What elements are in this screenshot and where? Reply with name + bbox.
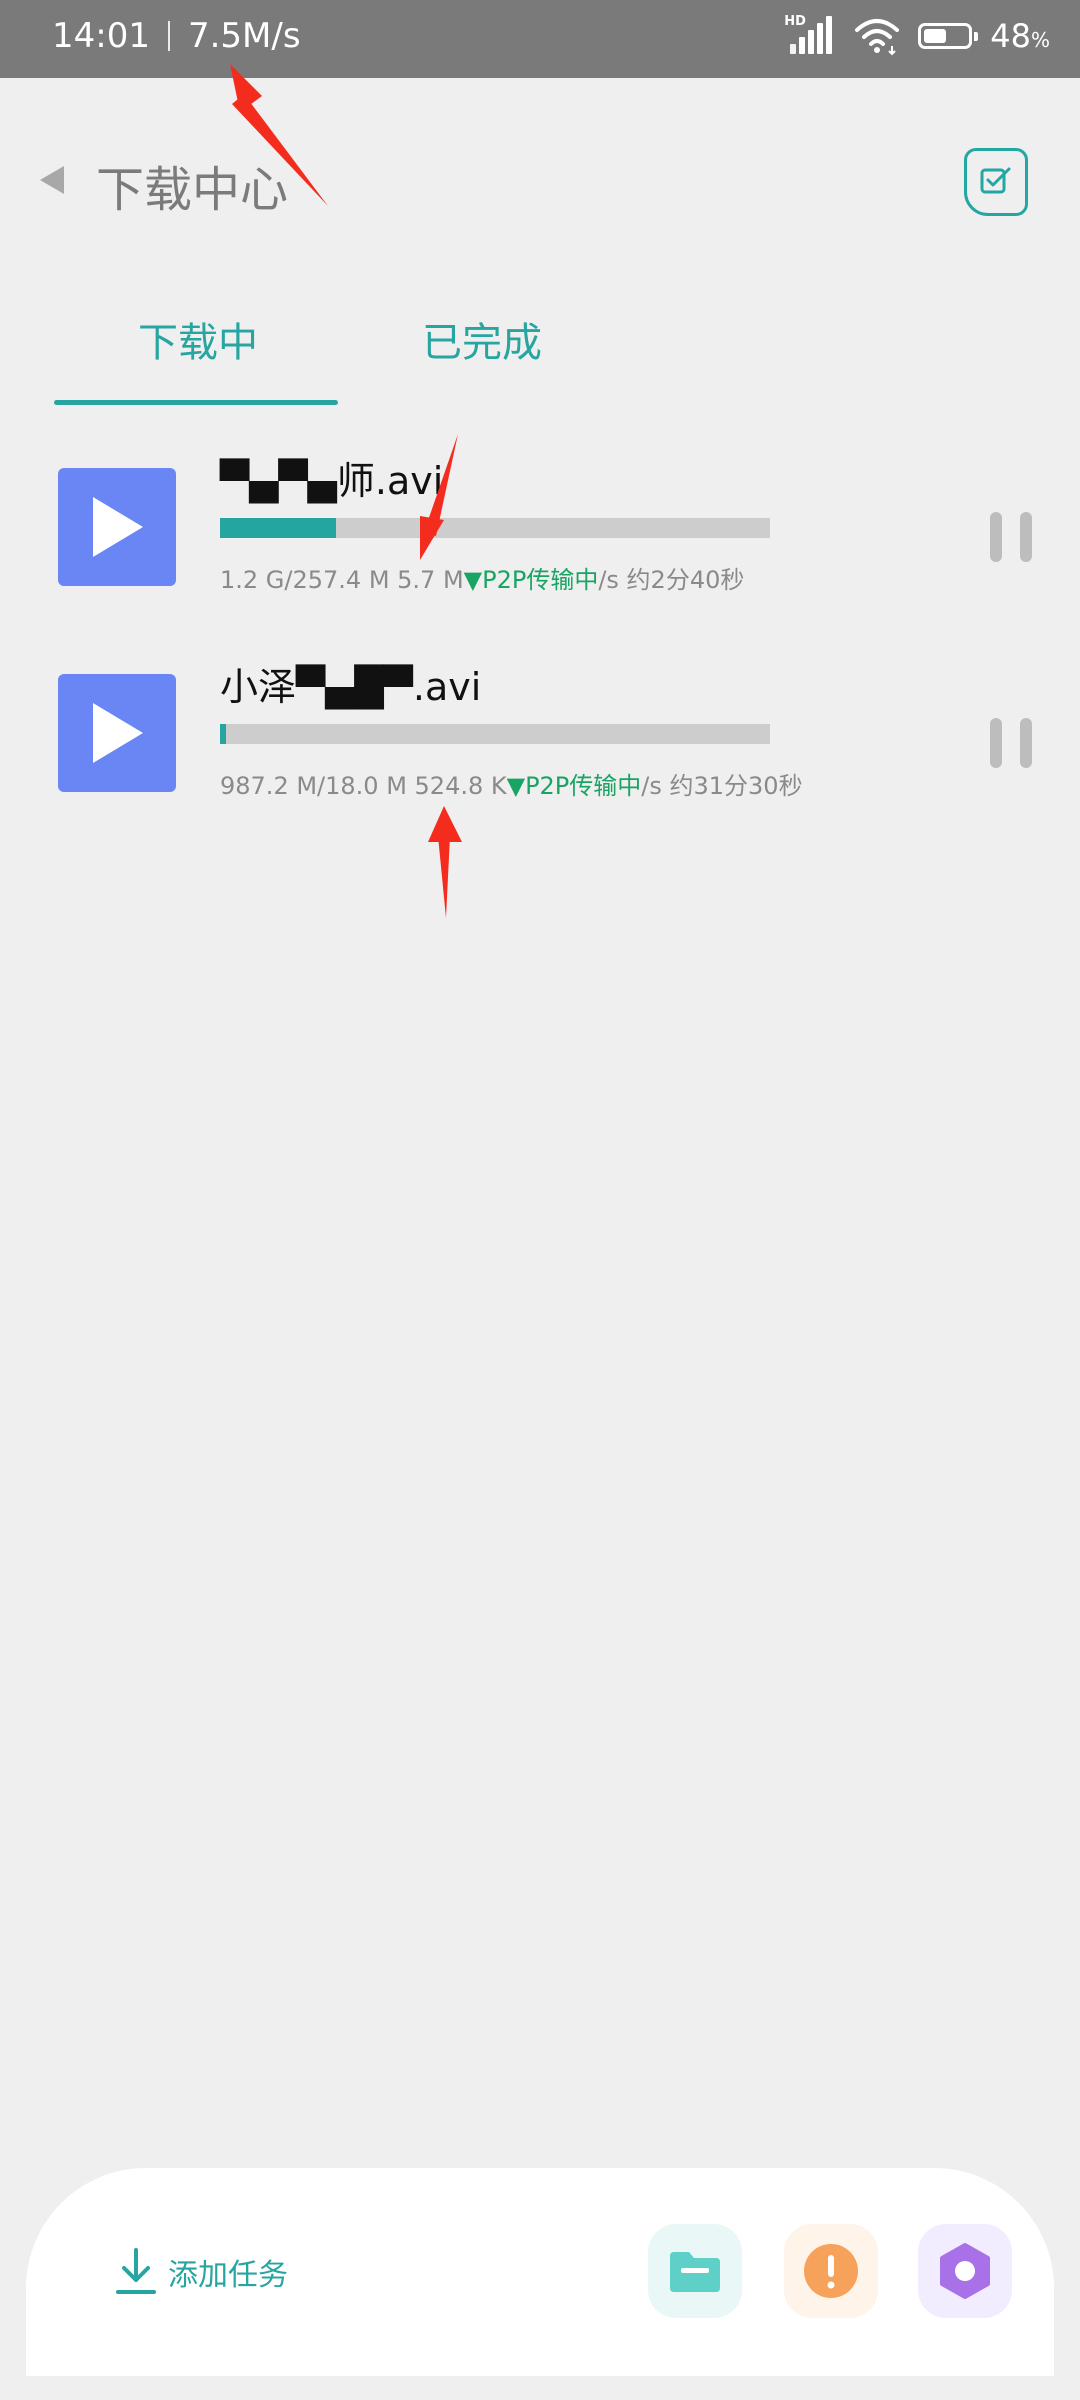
bottom-bar: 添加任务 bbox=[26, 2168, 1054, 2376]
add-task-button[interactable]: 添加任务 bbox=[114, 2246, 288, 2298]
size-speed: 1.2 G/257.4 M 5.7 M bbox=[220, 566, 464, 594]
tab-bar: 下载中 已完成 bbox=[0, 310, 1080, 410]
edit-checkbox-icon bbox=[980, 167, 1011, 194]
download-icon bbox=[116, 2248, 156, 2294]
battery-icon bbox=[918, 23, 979, 49]
annotation-arrow-3 bbox=[438, 836, 450, 918]
header: 下载中心 bbox=[0, 78, 1080, 228]
progress-bar bbox=[220, 518, 770, 538]
page-title: 下载中心 bbox=[96, 162, 289, 218]
download-item-2[interactable]: 小泽▀▄█▀.avi 987.2 M/18.0 M 524.8 K▼P2P传输中… bbox=[0, 626, 1080, 826]
progress-fill bbox=[220, 518, 336, 538]
wifi-icon bbox=[855, 19, 900, 56]
settings-icon bbox=[940, 2243, 990, 2299]
folder-icon bbox=[670, 2252, 720, 2292]
file-name: 小泽▀▄█▀.avi bbox=[220, 665, 482, 709]
signal-icon: HD bbox=[784, 14, 836, 58]
alert-button[interactable] bbox=[784, 2224, 878, 2318]
folder-button[interactable] bbox=[648, 2224, 742, 2318]
settings-button[interactable] bbox=[918, 2224, 1012, 2318]
status-right: HD 48% bbox=[784, 14, 1050, 58]
video-thumbnail[interactable] bbox=[58, 674, 176, 792]
hd-badge: HD bbox=[784, 14, 806, 29]
pause-button[interactable] bbox=[990, 512, 1032, 562]
battery-percent: 48% bbox=[990, 17, 1050, 55]
play-icon bbox=[93, 703, 143, 763]
p2p-status: ▼P2P传输中 bbox=[463, 566, 599, 594]
progress-fill bbox=[220, 724, 226, 744]
progress-bar bbox=[220, 724, 770, 744]
status-separator bbox=[167, 21, 170, 51]
tab-underline bbox=[54, 400, 338, 405]
eta: /s 约31分30秒 bbox=[641, 772, 803, 800]
edit-button[interactable] bbox=[964, 148, 1028, 216]
status-net-speed: 7.5M/s bbox=[187, 16, 301, 56]
status-time: 14:01 bbox=[52, 16, 150, 56]
file-name: ▀▄▀▄师.avi bbox=[220, 459, 444, 503]
tab-downloading[interactable]: 下载中 bbox=[138, 310, 258, 368]
p2p-status: ▼P2P传输中 bbox=[506, 772, 642, 800]
eta: /s 约2分40秒 bbox=[598, 566, 745, 594]
size-speed: 987.2 M/18.0 M 524.8 K bbox=[220, 772, 507, 800]
back-arrow-icon[interactable] bbox=[40, 166, 64, 194]
tab-completed[interactable]: 已完成 bbox=[422, 310, 542, 368]
download-meta: 987.2 M/18.0 M 524.8 K▼P2P传输中/s 约31分30秒 bbox=[220, 766, 803, 801]
pause-button[interactable] bbox=[990, 718, 1032, 768]
status-left: 14:01 7.5M/s bbox=[52, 16, 301, 56]
status-bar: 14:01 7.5M/s HD 48% bbox=[0, 0, 1080, 78]
video-thumbnail[interactable] bbox=[58, 468, 176, 586]
add-task-label: 添加任务 bbox=[168, 2258, 288, 2293]
play-icon bbox=[93, 497, 143, 557]
download-item-1[interactable]: ▀▄▀▄师.avi 1.2 G/257.4 M 5.7 M▼P2P传输中/s 约… bbox=[0, 420, 1080, 620]
download-meta: 1.2 G/257.4 M 5.7 M▼P2P传输中/s 约2分40秒 bbox=[220, 560, 744, 595]
alert-icon bbox=[804, 2244, 858, 2298]
